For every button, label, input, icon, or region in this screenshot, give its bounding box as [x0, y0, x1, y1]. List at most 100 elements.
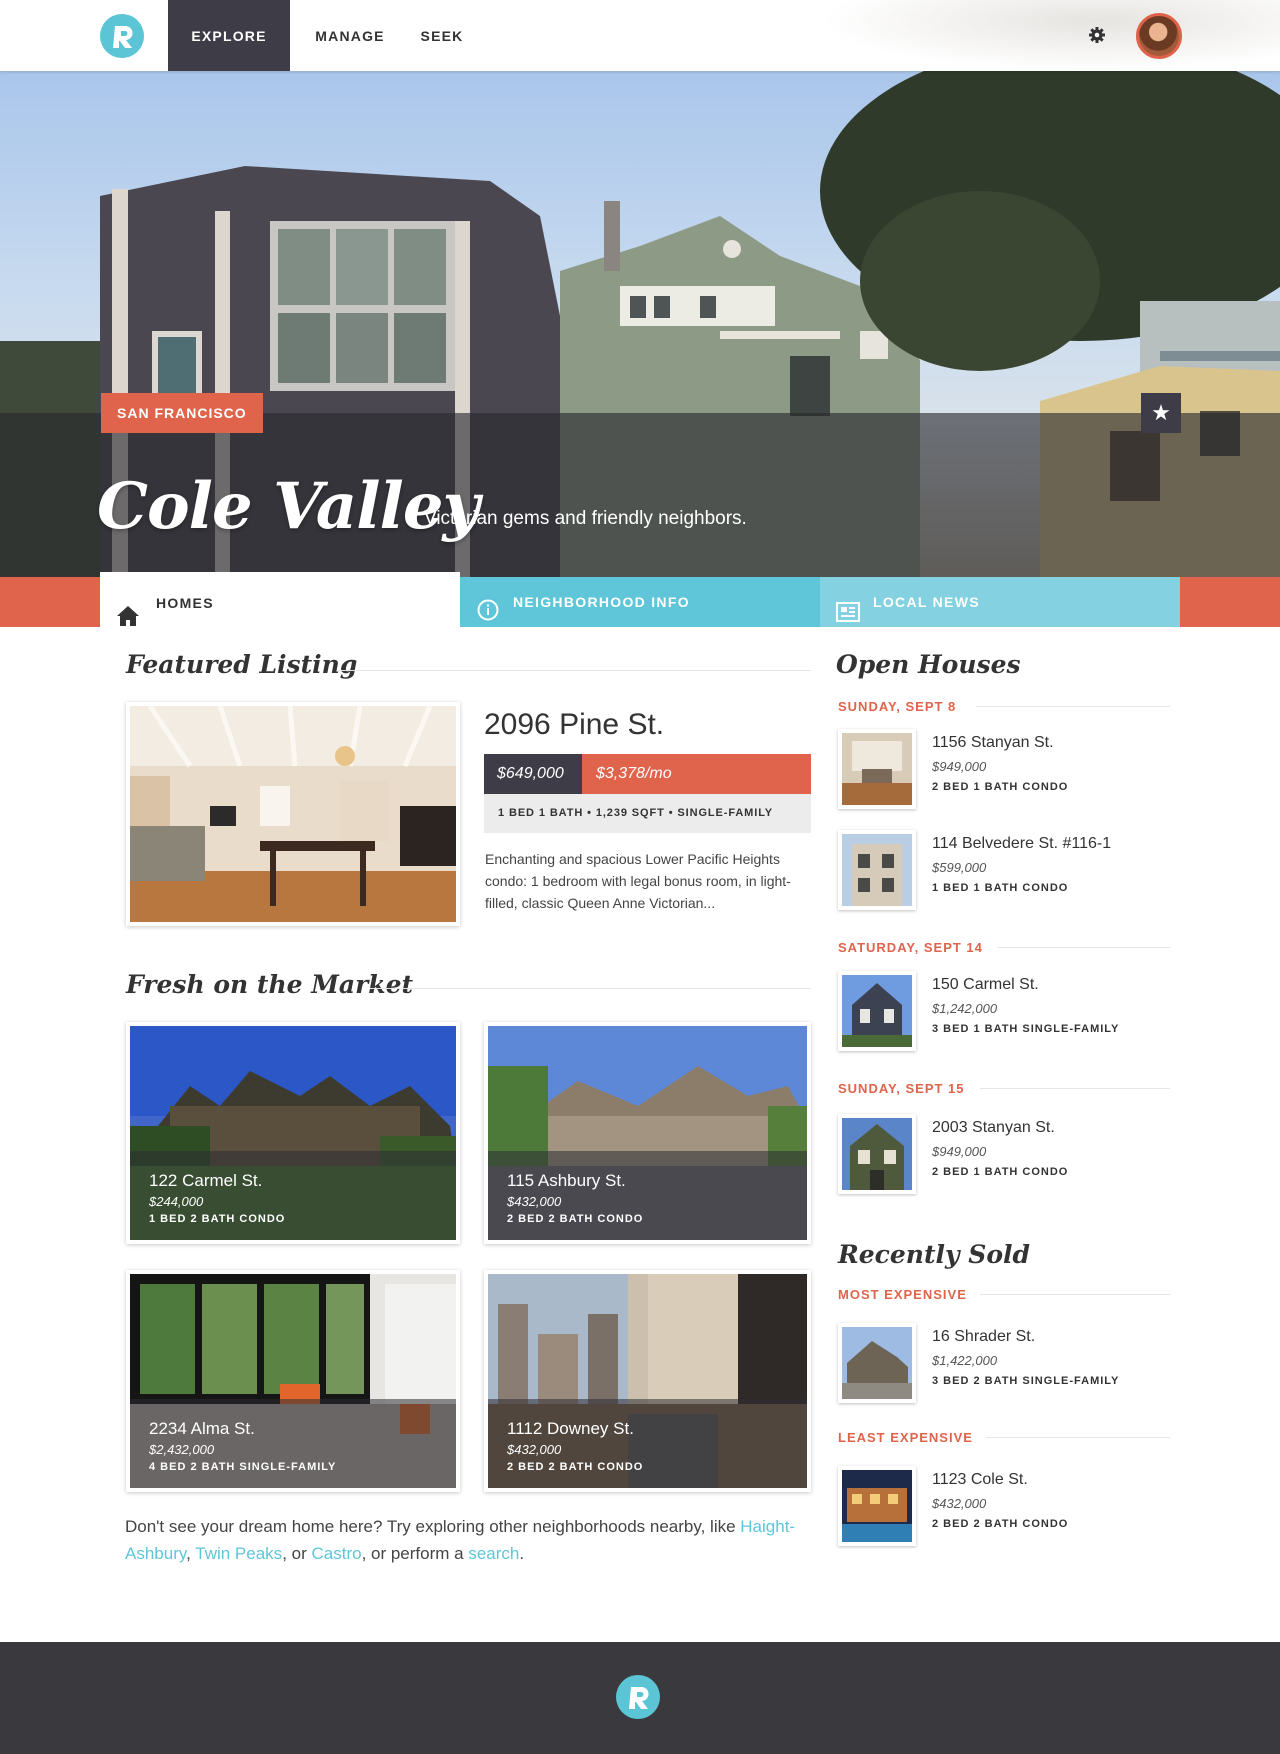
tab-neighborhood-info-label: NEIGHBORHOOD INFO [513, 594, 690, 610]
tab-local-news-label: LOCAL NEWS [873, 594, 980, 610]
featured-price-box: $649,000 $3,378/mo [484, 754, 811, 794]
listing-specs: 2 BED 2 BATH CONDO [507, 1213, 644, 1225]
explore-text-end: . [519, 1544, 525, 1563]
listing-address: 122 Carmel St. [149, 1171, 263, 1190]
listing-address: 150 Carmel St. [932, 976, 1039, 993]
featured-price: $649,000 [484, 754, 582, 794]
featured-specs: 1 BED 1 BATH • 1,239 SQFT • SINGLE-FAMIL… [484, 794, 811, 833]
listing-price: $1,242,000 [932, 1001, 998, 1016]
listing-address: 1156 Stanyan St. [932, 734, 1054, 751]
info-icon [477, 591, 499, 641]
listing-card[interactable]: 1112 Downey St. $432,000 2 BED 2 BATH CO… [484, 1270, 811, 1492]
listing-caption: 122 Carmel St. $244,000 1 BED 2 BATH CON… [130, 1151, 456, 1240]
hero-banner: SAN FRANCISCO ★ Cole Valley Victorian ge… [0, 71, 1280, 577]
open-house-item[interactable]: 150 Carmel St. $1,242,000 3 BED 1 BATH S… [838, 971, 1158, 1051]
explore-suggestion: Don't see your dream home here? Try expl… [125, 1513, 825, 1567]
featured-image [130, 706, 456, 922]
open-house-item[interactable]: 114 Belvedere St. #116-1 $599,000 1 BED … [838, 830, 1158, 910]
open-house-date: SUNDAY, SEPT 8 [838, 699, 957, 714]
listing-thumbnail [838, 1114, 916, 1194]
listing-specs: 1 BED 2 BATH CONDO [149, 1213, 286, 1225]
listing-price: $432,000 [507, 1442, 562, 1457]
featured-photo[interactable] [126, 702, 460, 926]
newspaper-icon [836, 592, 860, 642]
divider [980, 1088, 1170, 1089]
listing-caption: 2234 Alma St. $2,432,000 4 BED 2 BATH SI… [130, 1399, 456, 1488]
listing-specs: 2 BED 2 BATH CONDO [932, 1518, 1069, 1530]
listing-card[interactable]: 122 Carmel St. $244,000 1 BED 2 BATH CON… [126, 1022, 460, 1244]
gear-icon[interactable] [1087, 25, 1107, 45]
listing-thumbnail [838, 729, 916, 809]
section-tab-bar: HOMES NEIGHBORHOOD INFO LOCAL NEWS [0, 572, 1280, 627]
neighborhood-title: Cole Valley [97, 469, 480, 544]
open-houses-heading: Open Houses [836, 650, 1021, 679]
listing-specs: 2 BED 1 BATH CONDO [932, 1166, 1069, 1178]
listing-thumbnail [838, 1466, 916, 1546]
explore-separator: , or [282, 1544, 312, 1563]
listing-caption: 115 Ashbury St. $432,000 2 BED 2 BATH CO… [488, 1151, 807, 1240]
featured-address[interactable]: 2096 Pine St. [484, 708, 664, 742]
nav-tab-seek[interactable]: SEEK [412, 0, 472, 71]
user-avatar[interactable] [1136, 13, 1182, 59]
listing-price: $244,000 [149, 1194, 204, 1209]
tab-homes-label: HOMES [156, 595, 214, 611]
nav-tab-explore[interactable]: EXPLORE [168, 0, 290, 71]
sold-group-label: LEAST EXPENSIVE [838, 1430, 973, 1445]
featured-monthly-payment: $3,378/mo [582, 754, 811, 794]
listing-caption: 1112 Downey St. $432,000 2 BED 2 BATH CO… [488, 1399, 807, 1488]
listing-specs: 3 BED 2 BATH SINGLE-FAMILY [932, 1375, 1120, 1387]
listing-thumbnail [838, 1323, 916, 1403]
explore-text-lead: Don't see your dream home here? Try expl… [125, 1517, 741, 1536]
listing-specs: 2 BED 1 BATH CONDO [932, 781, 1069, 793]
sold-group-label: MOST EXPENSIVE [838, 1287, 967, 1302]
logo-icon[interactable] [616, 1675, 660, 1719]
listing-specs: 1 BED 1 BATH CONDO [932, 882, 1069, 894]
listing-price: $949,000 [932, 1144, 987, 1159]
open-house-item[interactable]: 1156 Stanyan St. $949,000 2 BED 1 BATH C… [838, 729, 1158, 809]
divider [976, 706, 1170, 707]
nav-tab-manage[interactable]: MANAGE [310, 0, 390, 71]
listing-card[interactable]: 115 Ashbury St. $432,000 2 BED 2 BATH CO… [484, 1022, 811, 1244]
link-search[interactable]: search [468, 1544, 519, 1563]
divider [370, 988, 811, 989]
listing-specs: 4 BED 2 BATH SINGLE-FAMILY [149, 1461, 337, 1473]
listing-price: $432,000 [507, 1194, 562, 1209]
listing-specs: 3 BED 1 BATH SINGLE-FAMILY [932, 1023, 1120, 1035]
listing-specs: 2 BED 2 BATH CONDO [507, 1461, 644, 1473]
listing-price: $432,000 [932, 1496, 987, 1511]
listing-address: 1112 Downey St. [507, 1419, 634, 1438]
explore-separator: , [186, 1544, 196, 1563]
listing-address: 2234 Alma St. [149, 1419, 255, 1438]
tab-neighborhood-info[interactable]: NEIGHBORHOOD INFO [460, 577, 820, 627]
open-house-date: SUNDAY, SEPT 15 [838, 1081, 965, 1096]
tab-local-news[interactable]: LOCAL NEWS [820, 577, 1180, 627]
sold-item[interactable]: 16 Shrader St. $1,422,000 3 BED 2 BATH S… [838, 1323, 1158, 1403]
listing-address: 16 Shrader St. [932, 1328, 1036, 1345]
listing-address: 115 Ashbury St. [507, 1171, 626, 1190]
logo-icon[interactable] [100, 14, 144, 58]
listing-price: $2,432,000 [149, 1442, 215, 1457]
link-twin-peaks[interactable]: Twin Peaks [195, 1544, 282, 1563]
home-icon [116, 591, 140, 654]
explore-separator: , or perform a [361, 1544, 469, 1563]
divider [980, 1294, 1170, 1295]
divider [998, 947, 1170, 948]
open-house-item[interactable]: 2003 Stanyan St. $949,000 2 BED 1 BATH C… [838, 1114, 1158, 1194]
nav-background-glow [820, 0, 1280, 71]
top-navigation: EXPLORE MANAGE SEEK [0, 0, 1280, 71]
tab-homes[interactable]: HOMES [100, 572, 460, 627]
star-icon[interactable]: ★ [1141, 393, 1181, 433]
city-badge[interactable]: SAN FRANCISCO [101, 393, 263, 433]
listing-price: $599,000 [932, 860, 987, 875]
featured-heading: Featured Listing [126, 650, 358, 679]
divider [986, 1437, 1170, 1438]
listing-card[interactable]: 2234 Alma St. $2,432,000 4 BED 2 BATH SI… [126, 1270, 460, 1492]
sold-item[interactable]: 1123 Cole St. $432,000 2 BED 2 BATH COND… [838, 1466, 1158, 1546]
link-castro[interactable]: Castro [311, 1544, 361, 1563]
listing-thumbnail [838, 830, 916, 910]
listing-address: 1123 Cole St. [932, 1471, 1028, 1488]
divider [338, 670, 811, 671]
fresh-heading: Fresh on the Market [126, 970, 414, 999]
listing-address: 114 Belvedere St. #116-1 [932, 835, 1112, 852]
neighborhood-tagline: Victorian gems and friendly neighbors. [424, 508, 747, 529]
